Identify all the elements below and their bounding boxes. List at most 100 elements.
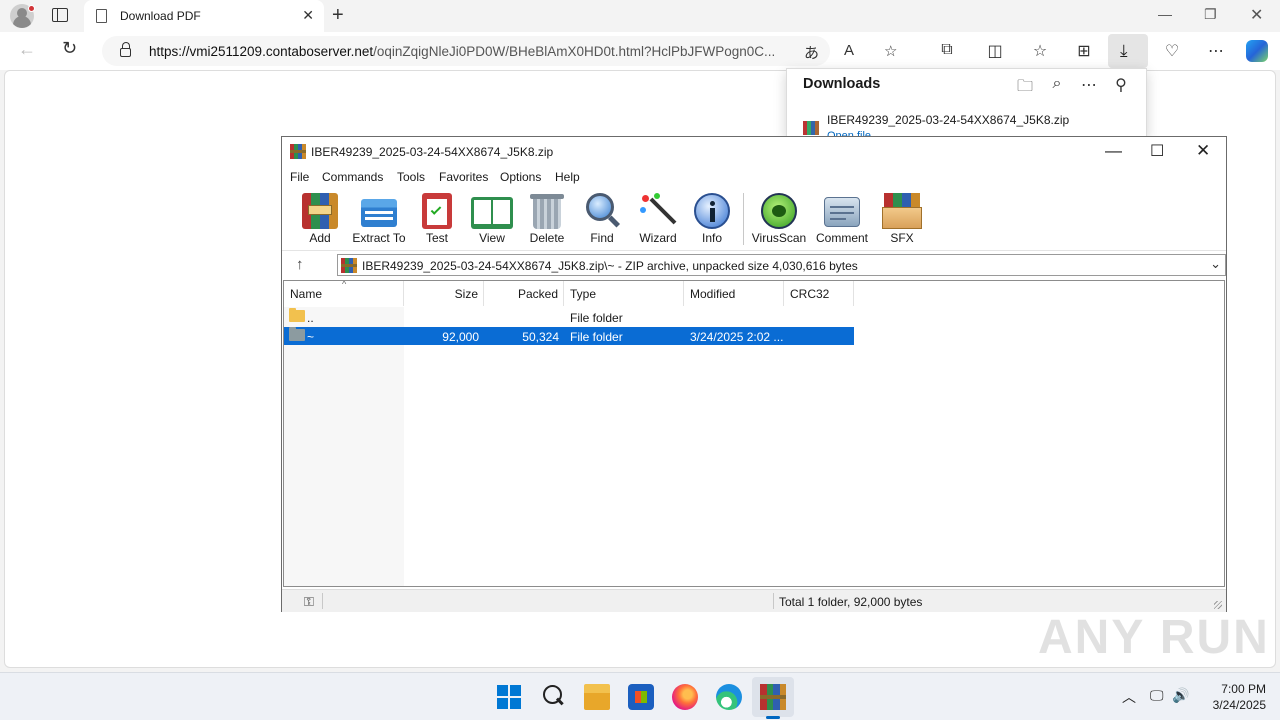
archive-path-dropdown[interactable]: IBER49239_2025-03-24-54XX8674_J5K8.zip\~…	[337, 254, 1226, 276]
microsoft-store-icon[interactable]	[628, 684, 654, 710]
winrar-path-bar: ↑ IBER49239_2025-03-24-54XX8674_J5K8.zip…	[282, 253, 1226, 277]
minimize-icon[interactable]: —	[1158, 6, 1172, 22]
winrar-window-title: IBER49239_2025-03-24-54XX8674_J5K8.zip	[311, 145, 554, 159]
view-book-icon	[471, 197, 513, 229]
column-header-packed[interactable]: Packed	[484, 281, 564, 306]
back-icon[interactable]: ←	[18, 39, 36, 60]
system-clock[interactable]: 7:00 PM 3/24/2025	[1196, 681, 1266, 713]
winrar-app-icon[interactable]	[290, 144, 306, 159]
pin-icon[interactable]: ⚲	[1111, 75, 1131, 95]
sfx-button[interactable]: SFX	[872, 191, 932, 247]
collections-icon[interactable]: ⊞	[1074, 41, 1094, 61]
lock-icon[interactable]	[120, 42, 131, 57]
delete-trash-icon	[530, 194, 564, 229]
translate-icon[interactable]: あ	[804, 42, 819, 63]
profile-notification-dot	[28, 5, 35, 12]
find-magnifier-icon	[584, 193, 621, 229]
search-icon[interactable]	[540, 684, 566, 710]
up-one-level-icon[interactable]: ↑	[296, 256, 304, 273]
close-window-icon[interactable]: ✕	[1250, 5, 1263, 25]
winrar-minimize-icon[interactable]: —	[1105, 141, 1122, 161]
info-icon	[694, 193, 730, 229]
winrar-file-icon	[803, 121, 819, 135]
table-row-selected[interactable]: ~ 92,000 50,324 File folder 3/24/2025 2:…	[284, 327, 854, 345]
more-icon[interactable]: ⋯	[1079, 75, 1099, 95]
column-header-size[interactable]: Size	[404, 281, 484, 306]
archive-path-text: IBER49239_2025-03-24-54XX8674_J5K8.zip\~…	[362, 259, 858, 273]
file-explorer-icon[interactable]	[584, 684, 610, 710]
download-icon: ⤓	[1120, 41, 1128, 60]
menu-commands[interactable]: Commands	[322, 170, 383, 184]
status-text: Total 1 folder, 92,000 bytes	[779, 595, 923, 609]
start-windows-icon[interactable]	[496, 684, 522, 710]
file-list[interactable]: ^ Name Size Packed Type Modified CRC32 .…	[283, 280, 1225, 587]
refresh-icon[interactable]: ↻	[62, 38, 77, 59]
downloads-button[interactable]: ⤓	[1108, 34, 1148, 68]
winrar-title-bar[interactable]: IBER49239_2025-03-24-54XX8674_J5K8.zip —…	[282, 137, 1226, 167]
status-separator	[322, 593, 323, 609]
search-icon[interactable]: ⌕	[1047, 75, 1067, 93]
column-header-crc32[interactable]: CRC32	[784, 281, 854, 306]
add-icon	[302, 193, 338, 229]
download-filename[interactable]: IBER49239_2025-03-24-54XX8674_J5K8.zip	[827, 113, 1069, 127]
menu-tools[interactable]: Tools	[397, 170, 425, 184]
split-screen-icon[interactable]: ◫	[985, 41, 1005, 61]
winrar-taskbar-icon[interactable]	[760, 684, 786, 710]
menu-help[interactable]: Help	[555, 170, 580, 184]
table-row[interactable]: .. File folder	[284, 308, 854, 326]
url-text[interactable]: https://vmi2511209.contaboserver.net/oqi…	[149, 44, 789, 59]
network-icon[interactable]: 🖵	[1150, 687, 1164, 704]
comment-icon	[824, 197, 860, 227]
key-icon[interactable]: ⚿	[304, 594, 314, 610]
read-aloud-icon[interactable]: A	[844, 42, 854, 59]
column-header-type[interactable]: Type	[564, 281, 684, 306]
chevron-down-icon[interactable]: ⌄	[1210, 256, 1221, 272]
menu-favorites[interactable]: Favorites	[439, 170, 488, 184]
winrar-window: IBER49239_2025-03-24-54XX8674_J5K8.zip —…	[281, 136, 1227, 612]
clock-date: 3/24/2025	[1212, 698, 1266, 712]
close-tab-icon[interactable]: ✕	[302, 7, 314, 24]
status-separator	[773, 593, 774, 609]
taskbar: ︿ 🖵 🔊 7:00 PM 3/24/2025	[0, 672, 1280, 720]
virusscan-button[interactable]: VirusScan	[749, 191, 809, 247]
page-icon	[96, 9, 107, 23]
anyrun-watermark: ANY RUN	[1038, 611, 1270, 664]
address-bar[interactable]: https://vmi2511209.contaboserver.net/oqi…	[102, 36, 897, 66]
extract-folder-icon	[361, 199, 397, 227]
new-tab-icon[interactable]: +	[332, 4, 344, 27]
winrar-close-icon[interactable]: ✕	[1196, 141, 1210, 161]
menu-options[interactable]: Options	[500, 170, 541, 184]
menu-file[interactable]: File	[290, 170, 309, 184]
favorites-icon[interactable]: ☆	[1030, 41, 1050, 61]
winrar-toolbar: Add Extract To Test View Delete Find Wiz…	[282, 187, 1226, 251]
archive-icon	[341, 258, 357, 273]
favorite-star-icon[interactable]: ☆	[884, 42, 897, 60]
browser-tab-active[interactable]: Download PDF ✕	[84, 0, 324, 32]
edge-icon[interactable]	[716, 684, 742, 710]
firefox-icon[interactable]	[672, 684, 698, 710]
wizard-wand-icon	[640, 193, 677, 229]
more-options-icon[interactable]: ⋯	[1206, 41, 1226, 61]
browser-toolbar: ← ↻ https://vmi2511209.contaboserver.net…	[0, 32, 1280, 70]
extensions-icon[interactable]: ⧉	[937, 41, 957, 59]
info-button[interactable]: Info	[682, 191, 742, 247]
restore-icon[interactable]: ❐	[1204, 6, 1217, 23]
test-clipboard-icon	[422, 193, 452, 229]
column-header-name[interactable]: ^ Name	[284, 281, 404, 306]
running-indicator	[766, 716, 780, 719]
sort-ascending-icon: ^	[342, 280, 347, 289]
clock-time: 7:00 PM	[1221, 682, 1266, 696]
chevron-up-icon[interactable]: ︿	[1122, 687, 1136, 707]
volume-icon[interactable]: 🔊	[1172, 687, 1189, 704]
name-column-background	[284, 307, 404, 586]
browser-essentials-icon[interactable]: ♡	[1162, 41, 1182, 61]
column-header-modified[interactable]: Modified	[684, 281, 784, 306]
sfx-box-icon	[882, 193, 922, 229]
resize-grip-icon[interactable]	[1214, 601, 1222, 609]
open-folder-icon[interactable]: 🗀	[1015, 75, 1035, 102]
tab-title: Download PDF	[120, 9, 201, 23]
winrar-maximize-icon[interactable]: ☐	[1150, 141, 1164, 161]
virusscan-bug-icon	[761, 193, 797, 229]
copilot-icon[interactable]	[1246, 40, 1268, 62]
tab-actions-icon[interactable]	[52, 8, 68, 22]
